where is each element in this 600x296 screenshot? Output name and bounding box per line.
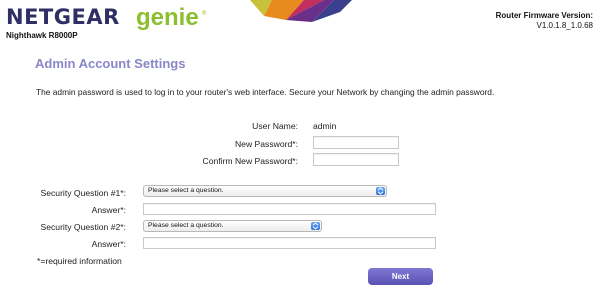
logo-product-text: genie xyxy=(136,4,199,31)
answer-1-field[interactable] xyxy=(143,203,436,215)
answer-2-label: Answer*: xyxy=(91,239,126,249)
security-question-2-value: Please select a question. xyxy=(148,222,224,229)
select-arrows-icon xyxy=(376,187,385,195)
page-description: The admin password is used to log in to … xyxy=(36,87,495,97)
new-password-field[interactable] xyxy=(313,136,399,149)
firmware-info: Router Firmware Version: V1.0.1.8_1.0.68 xyxy=(496,11,593,31)
security-question-1-value: Please select a question. xyxy=(148,187,224,194)
router-model: Nighthawk R8000P xyxy=(6,31,78,40)
username-label: User Name: xyxy=(252,121,298,131)
page-title: Admin Account Settings xyxy=(35,56,186,71)
new-password-label: New Password*: xyxy=(234,139,298,149)
security-question-2-label: Security Question #2*: xyxy=(40,222,126,232)
required-info-note: *=required information xyxy=(37,256,122,266)
header-banner-graphic xyxy=(250,0,352,22)
security-question-2-select[interactable]: Please select a question. xyxy=(143,220,322,232)
trademark-mark: ® xyxy=(202,11,207,17)
next-button[interactable]: Next xyxy=(368,268,433,285)
security-question-1-label: Security Question #1*: xyxy=(40,188,126,198)
answer-2-field[interactable] xyxy=(143,237,436,249)
logo-brand-text: NETGEAR xyxy=(6,5,120,29)
select-arrows-icon xyxy=(311,222,320,230)
confirm-password-field[interactable] xyxy=(313,153,399,166)
username-value: admin xyxy=(313,121,337,131)
firmware-label: Router Firmware Version: xyxy=(495,11,593,20)
security-question-1-select[interactable]: Please select a question. xyxy=(143,185,387,197)
answer-1-label: Answer*: xyxy=(91,205,126,215)
firmware-version: V1.0.1.8_1.0.68 xyxy=(536,21,594,30)
confirm-password-label: Confirm New Password*: xyxy=(202,156,298,166)
